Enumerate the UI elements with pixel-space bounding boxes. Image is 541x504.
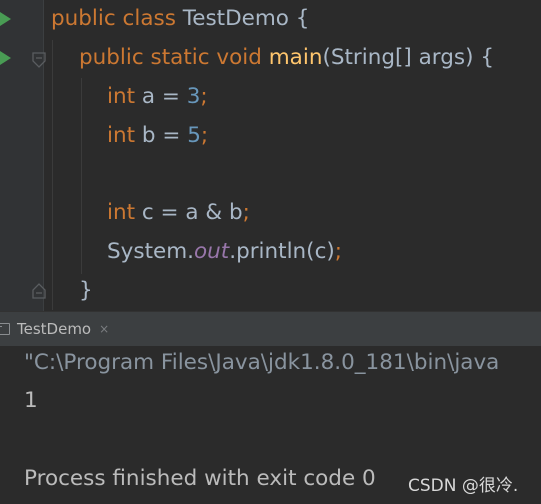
code-line-println: System.out.println(c); (107, 233, 342, 271)
code-line-closing-brace: } (79, 272, 93, 310)
console-exit-message: Process finished with exit code 0 (24, 466, 376, 491)
semicolon: ; (334, 239, 343, 264)
editor-gutter (0, 0, 43, 311)
indent-guide (81, 78, 82, 274)
number-literal: 3 (186, 84, 201, 109)
code-line-int-a: int a = 3; (107, 78, 208, 116)
code-editor[interactable]: public class TestDemo { public static vo… (0, 0, 541, 311)
keyword: int (107, 123, 142, 148)
watermark: CSDN @很冷. (408, 476, 519, 496)
run-tab-testdemo[interactable]: TestDemo × (0, 312, 117, 346)
identifier: } (79, 278, 93, 303)
code-line-int-c: int c = a & b; (107, 194, 250, 232)
identifier: a = (141, 84, 187, 109)
code-line-int-b: int b = 5; (107, 117, 208, 155)
keyword: int (107, 200, 142, 225)
console-icon (0, 323, 10, 335)
identifier: System. (107, 239, 195, 264)
identifier: TestDemo { (182, 6, 310, 31)
run-tool-window-header: TestDemo × (0, 311, 541, 346)
gutter-divider (43, 0, 44, 311)
semicolon: ; (242, 200, 250, 225)
static-field: out (194, 239, 230, 264)
run-class-icon[interactable] (0, 12, 11, 26)
indent-guide (52, 40, 53, 310)
tab-label: TestDemo (17, 320, 92, 338)
identifier: (String[] args) { (322, 45, 495, 70)
fold-end-icon[interactable] (31, 283, 47, 299)
console-output: 1 (24, 388, 38, 413)
identifier: .println(c) (229, 239, 335, 264)
run-main-icon[interactable] (0, 51, 11, 65)
identifier: c = a & b (141, 200, 243, 225)
close-icon[interactable]: × (99, 322, 109, 336)
semicolon: ; (200, 84, 208, 109)
console-command-line: "C:\Program Files\Java\jdk1.8.0_181\bin\… (24, 350, 500, 375)
keyword: int (107, 84, 142, 109)
keyword: public class (51, 6, 183, 31)
keyword: public static void (79, 45, 269, 70)
number-literal: 5 (187, 123, 201, 148)
fold-collapse-icon[interactable] (31, 52, 47, 68)
semicolon: ; (200, 123, 209, 148)
code-line-main-decl: public static void main(String[] args) { (79, 39, 494, 77)
identifier: b = (141, 123, 188, 148)
code-line-class-decl: public class TestDemo { (51, 0, 309, 38)
method-name: main (268, 45, 323, 70)
